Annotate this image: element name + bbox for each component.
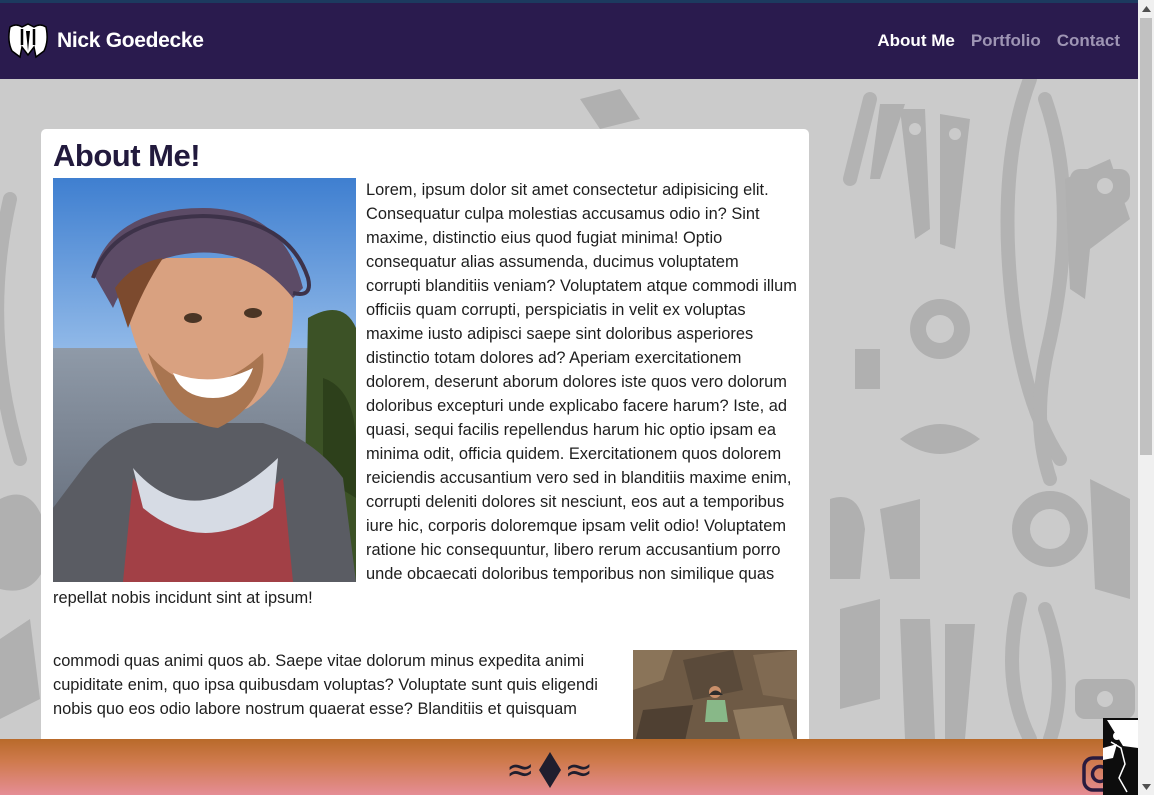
brand[interactable]: Nick Goedecke bbox=[6, 21, 204, 61]
navbar: Nick Goedecke About Me Portfolio Contact bbox=[0, 3, 1138, 79]
elephant-logo-icon bbox=[8, 23, 48, 59]
vertical-scrollbar[interactable] bbox=[1138, 0, 1154, 795]
nav-links: About Me Portfolio Contact bbox=[861, 31, 1120, 51]
scroll-up-arrow-icon[interactable] bbox=[1138, 0, 1154, 17]
about-paragraph-2: commodi quas animi quos ab. Saepe vitae … bbox=[53, 649, 797, 739]
footer-ornament: ≈ ≈ bbox=[506, 750, 594, 790]
about-paragraph-1: Lorem, ipsum dolor sit amet consectetur … bbox=[53, 178, 797, 610]
scroll-down-arrow-icon[interactable] bbox=[1138, 778, 1154, 795]
wave-left-icon: ≈ bbox=[506, 750, 535, 790]
about-text-2: commodi quas animi quos ab. Saepe vitae … bbox=[53, 652, 598, 718]
nav-contact[interactable]: Contact bbox=[1057, 31, 1120, 51]
nav-about-me[interactable]: About Me bbox=[877, 31, 954, 51]
footer: ≈ ≈ bbox=[0, 739, 1138, 795]
profile-photo bbox=[53, 178, 356, 582]
nav-portfolio[interactable]: Portfolio bbox=[971, 31, 1041, 51]
brand-name: Nick Goedecke bbox=[57, 29, 204, 52]
about-me-card: About Me! Lorem, ipsum dolor sit amet co… bbox=[41, 129, 809, 739]
page-title: About Me! bbox=[53, 138, 201, 173]
climber-silhouette-icon bbox=[1103, 718, 1138, 795]
climbing-photo bbox=[633, 650, 797, 739]
wave-right-icon: ≈ bbox=[564, 750, 594, 790]
diamond-icon bbox=[538, 752, 561, 788]
scrollbar-thumb[interactable] bbox=[1140, 18, 1152, 455]
